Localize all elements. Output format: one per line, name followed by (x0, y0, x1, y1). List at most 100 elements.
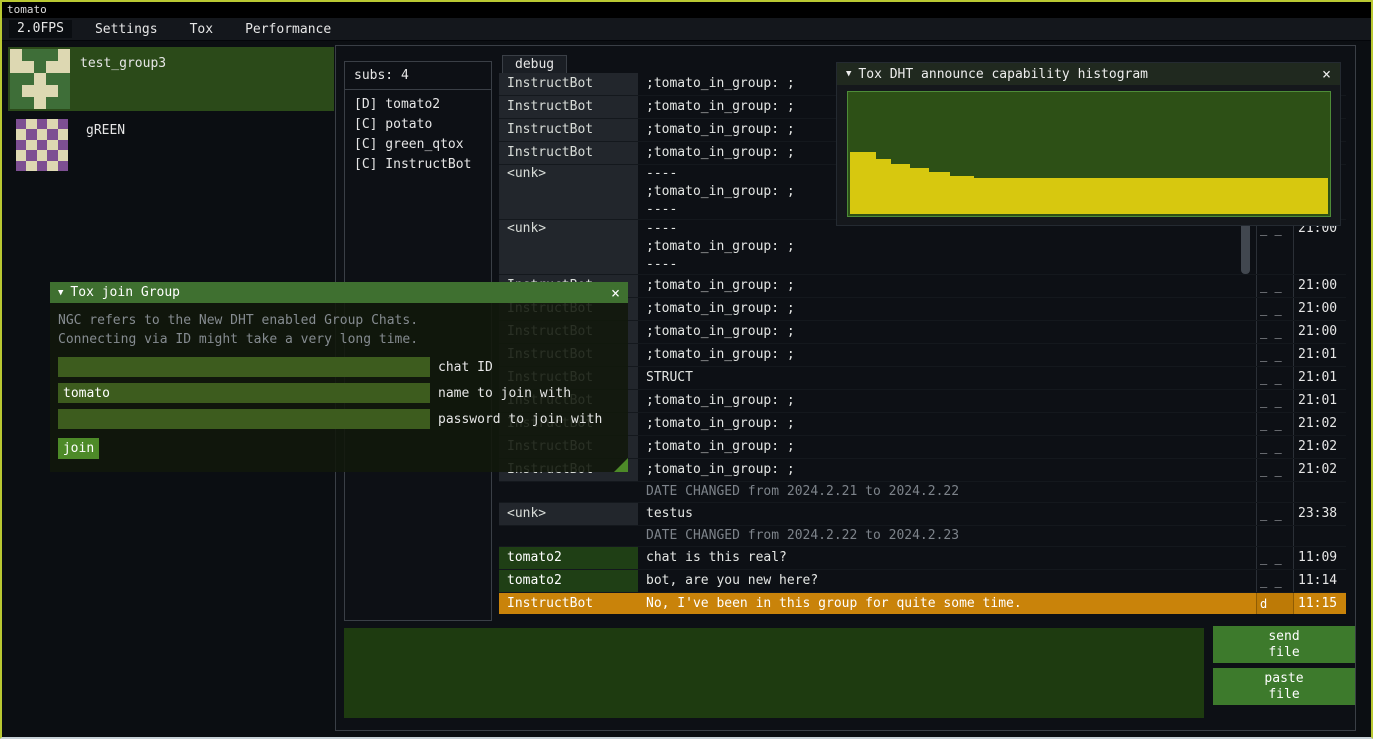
join-dialog-body: NGC refers to the New DHT enabled Group … (50, 303, 628, 472)
avatar-pixel (46, 49, 58, 61)
avatar-pixel (37, 119, 47, 129)
histogram-bar (929, 172, 951, 214)
message-text: ----;tomato_in_group: ;---- (638, 220, 1256, 274)
avatar-pixel (58, 129, 68, 139)
menu-tox[interactable]: Tox (181, 20, 222, 39)
group-list-item[interactable]: test_group3 (8, 47, 334, 111)
subscribers-list: [D] tomato2[C] potato[C] green_qtox[C] I… (345, 95, 491, 175)
message-text: ;tomato_in_group: ; (638, 390, 1256, 412)
roster-member[interactable]: [C] InstructBot (345, 155, 491, 175)
avatar-pixel (34, 49, 46, 61)
join-field-label: name to join with (438, 386, 571, 401)
avatar-pixel (46, 97, 58, 109)
avatar-pixel (58, 49, 70, 61)
message-input[interactable] (344, 628, 1204, 718)
avatar-pixel (22, 73, 34, 85)
group-list: test_group3gREEN (8, 47, 334, 181)
avatar-pixel (16, 161, 26, 171)
message-flags: _ _ (1256, 298, 1293, 320)
chat-message-row[interactable]: <unk>testus_ _23:38 (499, 503, 1346, 526)
join-field-row: chat ID (58, 357, 620, 377)
message-flags: _ _ (1256, 321, 1293, 343)
message-text: ;tomato_in_group: ; (638, 321, 1256, 343)
message-author: tomato2 (499, 547, 638, 569)
join-field-label: chat ID (438, 360, 493, 375)
close-icon[interactable]: × (611, 284, 620, 302)
group-name: test_group3 (80, 56, 166, 109)
avatar-pixel (47, 150, 57, 160)
message-text: ;tomato_in_group: ; (638, 275, 1256, 297)
avatar-pixel (47, 119, 57, 129)
histogram-bar (850, 152, 876, 214)
chat-message-row[interactable]: <unk>----;tomato_in_group: ;----_ _21:00 (499, 220, 1346, 275)
join-chat-id-input[interactable] (58, 357, 430, 377)
roster-member[interactable]: [D] tomato2 (345, 95, 491, 115)
dht-histogram-window: ▼ Tox DHT announce capability histogram … (836, 62, 1341, 226)
join-password-input[interactable] (58, 409, 430, 429)
message-text: ;tomato_in_group: ; (638, 413, 1256, 435)
message-flags: _ _ (1256, 459, 1293, 481)
collapse-icon[interactable]: ▼ (846, 69, 851, 79)
message-time: 21:01 (1293, 367, 1346, 389)
message-time: 11:15 (1293, 593, 1346, 614)
date-changed-row: DATE CHANGED from 2024.2.22 to 2024.2.23 (499, 526, 1346, 547)
avatar-pixel (26, 140, 36, 150)
tab-debug[interactable]: debug (502, 55, 567, 74)
message-author: <unk> (499, 503, 638, 525)
message-time: 21:00 (1293, 298, 1346, 320)
message-time: 21:02 (1293, 459, 1346, 481)
avatar-pixel (58, 119, 68, 129)
menu-performance[interactable]: Performance (236, 20, 340, 39)
send-file-button[interactable]: send file (1213, 626, 1355, 663)
chat-message-row[interactable]: tomato2chat is this real?_ _11:09 (499, 547, 1346, 570)
message-line: ;tomato_in_group: ; (646, 344, 1248, 366)
message-flags: _ _ (1256, 503, 1293, 525)
avatar-pixel (26, 150, 36, 160)
date-changed-row: DATE CHANGED from 2024.2.21 to 2024.2.22 (499, 482, 1346, 503)
collapse-icon[interactable]: ▼ (58, 288, 63, 298)
chat-message-row[interactable]: tomato2bot, are you new here?_ _11:14 (499, 570, 1346, 593)
message-time: 11:14 (1293, 570, 1346, 592)
join-name-input[interactable] (58, 383, 430, 403)
message-line: bot, are you new here? (646, 570, 1248, 592)
message-time: 21:01 (1293, 344, 1346, 366)
roster-member[interactable]: [C] potato (345, 115, 491, 135)
avatar-pixel (58, 61, 70, 73)
avatar-pixel (47, 161, 57, 171)
roster-member[interactable]: [C] green_qtox (345, 135, 491, 155)
message-text: No, I've been in this group for quite so… (638, 593, 1256, 614)
histogram-bar (974, 178, 1328, 214)
avatar-pixel (34, 85, 46, 97)
avatar-pixel (37, 140, 47, 150)
close-icon[interactable]: × (1322, 65, 1331, 83)
avatar-pixel (26, 119, 36, 129)
chat-message-row[interactable]: InstructBotNo, I've been in this group f… (499, 593, 1346, 614)
message-line: ---- (646, 256, 1248, 274)
message-line: ;tomato_in_group: ; (646, 238, 1248, 256)
join-button[interactable]: join (58, 438, 99, 459)
avatar-pixel (58, 161, 68, 171)
avatar-pixel (10, 61, 22, 73)
message-text: testus (638, 503, 1256, 525)
menu-bar: 2.0FPS Settings Tox Performance (2, 18, 1371, 41)
join-info-line: Connecting via ID might take a very long… (58, 330, 620, 349)
message-author: <unk> (499, 220, 638, 274)
message-flags: _ _ (1256, 390, 1293, 412)
resize-grip[interactable] (614, 458, 628, 472)
message-line: No, I've been in this group for quite so… (646, 593, 1248, 614)
avatar-pixel (58, 73, 70, 85)
date-empty-cell (499, 482, 638, 502)
histogram-plot (847, 91, 1331, 217)
message-author: InstructBot (499, 73, 638, 95)
message-time (1293, 482, 1346, 502)
message-line: ;tomato_in_group: ; (646, 298, 1248, 320)
message-line: chat is this real? (646, 547, 1248, 569)
paste-file-button[interactable]: paste file (1213, 668, 1355, 705)
message-text: bot, are you new here? (638, 570, 1256, 592)
avatar-pixel (22, 85, 34, 97)
join-dialog-title: Tox join Group (70, 285, 180, 300)
avatar-pixel (16, 140, 26, 150)
menu-settings[interactable]: Settings (86, 20, 167, 39)
group-list-item[interactable]: gREEN (8, 114, 334, 178)
date-empty-cell (499, 526, 638, 546)
